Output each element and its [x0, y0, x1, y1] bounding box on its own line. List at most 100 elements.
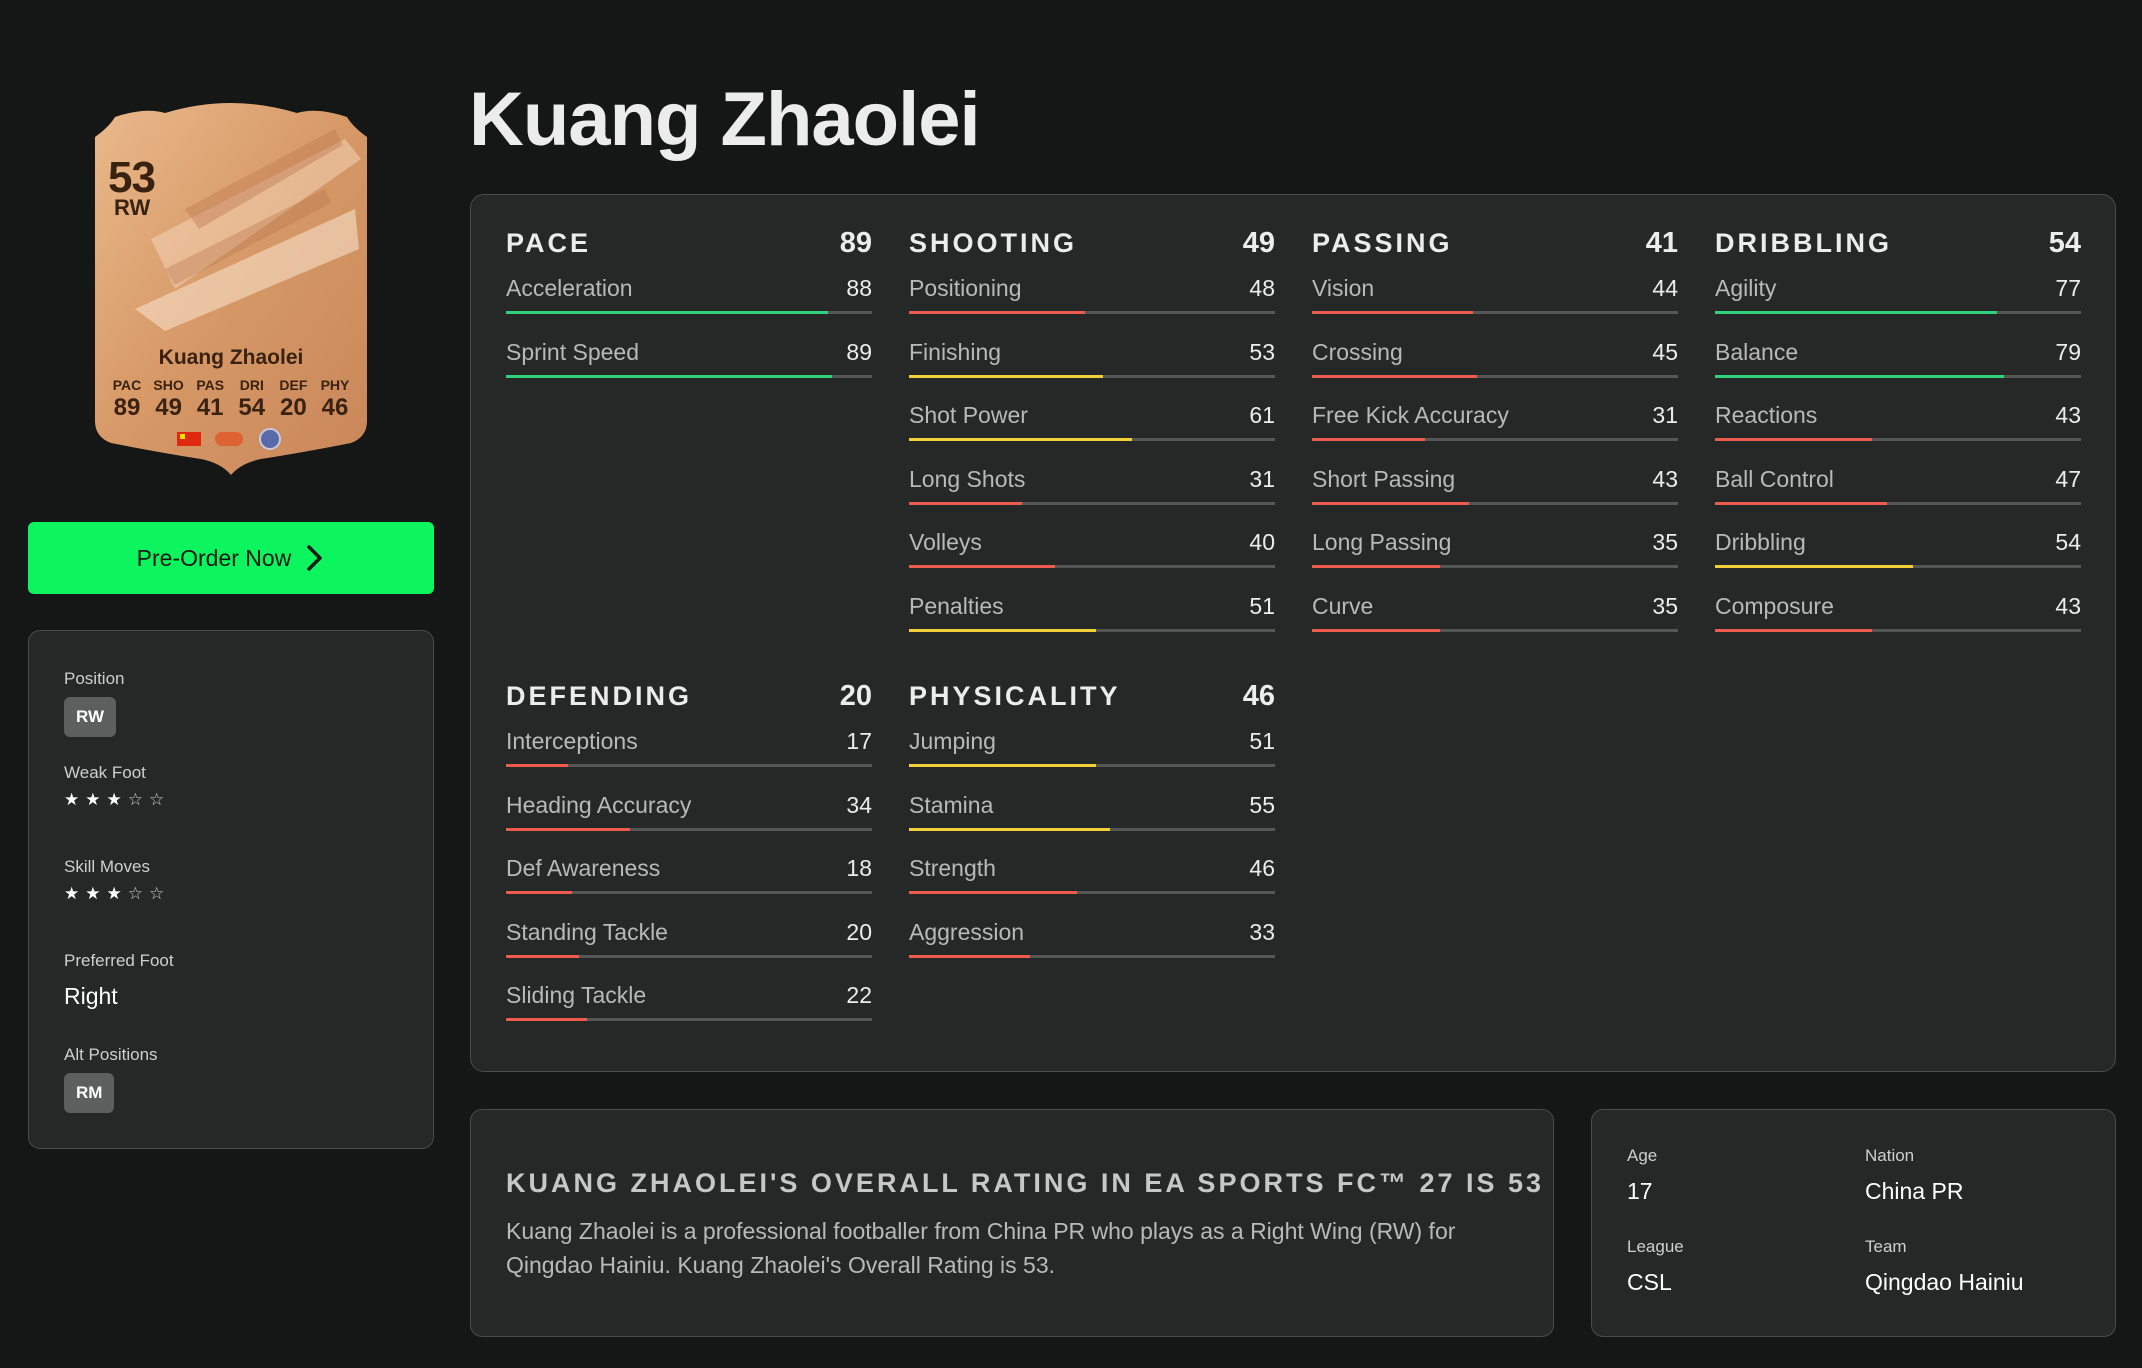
attribute-value: 47	[2055, 465, 2081, 492]
attribute-bar	[506, 374, 872, 378]
attribute-bar	[909, 311, 1275, 314]
stat-group-dribbling: DRIBBLING 54 Agility 77 Balance 79 Reactions 43…	[1715, 227, 2081, 648]
card-stat: PAC 89	[107, 377, 147, 422]
attribute-bar-fill	[909, 565, 1056, 568]
attribute-name: Standing Tackle	[506, 918, 668, 945]
attribute-value: 89	[846, 338, 872, 365]
position-badge: RW	[64, 697, 117, 737]
attribute-row: Standing Tackle 20	[506, 911, 872, 975]
attribute-name: Aggression	[909, 918, 1025, 945]
attribute-bar-fill	[1715, 628, 1873, 632]
attribute-row: Volleys 40	[909, 521, 1275, 585]
card-stat-label: PAS	[196, 377, 225, 393]
attribute-value: 51	[1249, 728, 1275, 754]
attribute-name: Free Kick Accuracy	[1312, 402, 1509, 428]
attribute-name: Reactions	[1715, 402, 1818, 428]
attribute-value: 53	[1249, 338, 1275, 365]
preferred-foot-value: Right	[64, 983, 118, 1009]
star-filled-icon: ★	[64, 790, 80, 809]
attribute-bar	[1312, 565, 1678, 568]
attribute-name: Shot Power	[909, 402, 1028, 428]
stat-group-value: 89	[839, 227, 872, 259]
attribute-row: Sprint Speed 89	[506, 331, 872, 395]
nation-value: China PR	[1865, 1178, 1964, 1204]
card-player-name: Kuang Zhaolei	[158, 346, 304, 369]
attribute-row: Agility 77	[1715, 267, 2081, 331]
age-value: 17	[1627, 1178, 1653, 1204]
league-logo-icon	[215, 432, 243, 446]
attribute-row: Reactions 43	[1715, 394, 2081, 458]
attribute-value: 88	[846, 275, 872, 301]
attribute-bar-fill	[909, 374, 1103, 378]
attribute-value: 22	[846, 982, 872, 1008]
attribute-bar	[1312, 628, 1678, 632]
attribute-value: 17	[846, 728, 872, 754]
star-filled-icon: ★	[85, 790, 101, 809]
attribute-bar	[909, 891, 1275, 894]
attribute-bar	[1715, 501, 2081, 505]
card-stat-label: SHO	[153, 377, 184, 393]
attribute-row: Acceleration 88	[506, 267, 872, 331]
star-empty-icon: ☆	[149, 884, 165, 903]
league-value: CSL	[1627, 1269, 1672, 1295]
attribute-name: Short Passing	[1312, 465, 1456, 492]
attribute-row: Composure 43	[1715, 585, 2081, 649]
attribute-name: Curve	[1312, 592, 1374, 619]
attribute-value: 18	[846, 855, 872, 881]
stat-group-value: 46	[1242, 680, 1275, 712]
attribute-bar	[506, 827, 872, 831]
league-info: League CSL	[1627, 1237, 1684, 1296]
attribute-bar	[506, 764, 872, 767]
skill-moves-info: Skill Moves ★ ★ ★ ☆ ☆	[64, 857, 164, 902]
attribute-bar	[506, 311, 872, 314]
card-stat: SHO 49	[149, 377, 189, 422]
attribute-row: Aggression 33	[909, 911, 1275, 975]
star-empty-icon: ☆	[149, 790, 165, 809]
stat-group-name: SHOOTING	[909, 228, 1078, 258]
attribute-row: Long Shots 31	[909, 458, 1275, 522]
attribute-bar	[909, 374, 1275, 378]
attribute-bar-fill	[506, 374, 832, 378]
team-value: Qingdao Hainiu	[1865, 1269, 2024, 1295]
attribute-bar-fill	[506, 891, 572, 894]
stat-group-passing: PASSING 41 Vision 44 Crossing 45 Free Kick Acc…	[1312, 227, 1678, 648]
pre-order-button[interactable]: Pre-Order Now	[28, 522, 434, 594]
attribute-value: 40	[1249, 529, 1275, 555]
attribute-name: Penalties	[909, 592, 1004, 619]
stat-group-header: PASSING 41	[1312, 227, 1678, 267]
club-crest-icon	[259, 428, 281, 450]
chevron-right-icon	[307, 545, 323, 571]
skill-moves-label: Skill Moves	[64, 857, 150, 876]
attribute-name: Acceleration	[506, 275, 633, 301]
attribute-value: 61	[1249, 402, 1275, 428]
attribute-name: Sprint Speed	[506, 338, 639, 365]
attribute-bar	[1715, 628, 2081, 632]
attribute-row: Crossing 45	[1312, 331, 1678, 395]
attribute-row: Strength 46	[909, 847, 1275, 911]
star-filled-icon: ★	[106, 790, 122, 809]
attribute-bar-fill	[506, 764, 569, 767]
attribute-bar-fill	[909, 954, 1030, 958]
stat-group-value: 20	[839, 680, 872, 712]
card-stat: PAS 41	[190, 377, 230, 422]
attribute-value: 43	[2055, 592, 2081, 619]
attribute-row: Sliding Tackle 22	[506, 974, 872, 1038]
attribute-name: Positioning	[909, 275, 1022, 301]
card-stat-value: 54	[238, 394, 266, 421]
attribute-bar-fill	[506, 1018, 587, 1021]
attribute-row: Stamina 55	[909, 784, 1275, 848]
stat-group-name: DRIBBLING	[1715, 228, 1892, 258]
attribute-row: Penalties 51	[909, 585, 1275, 649]
attribute-bar	[1312, 311, 1678, 314]
card-stat-label: PHY	[320, 377, 350, 393]
attribute-value: 34	[846, 791, 872, 818]
alt-positions-label: Alt Positions	[64, 1045, 158, 1064]
attribute-bar-fill	[909, 628, 1096, 632]
stat-group-name: PASSING	[1312, 228, 1453, 258]
attribute-row: Heading Accuracy 34	[506, 784, 872, 848]
attribute-bar-fill	[1715, 374, 2005, 378]
preferred-foot-label: Preferred Foot	[64, 951, 174, 970]
skill-moves-stars: ★ ★ ★ ☆ ☆	[64, 885, 164, 902]
attribute-bar-fill	[909, 311, 1085, 314]
attribute-value: 44	[1652, 275, 1678, 301]
